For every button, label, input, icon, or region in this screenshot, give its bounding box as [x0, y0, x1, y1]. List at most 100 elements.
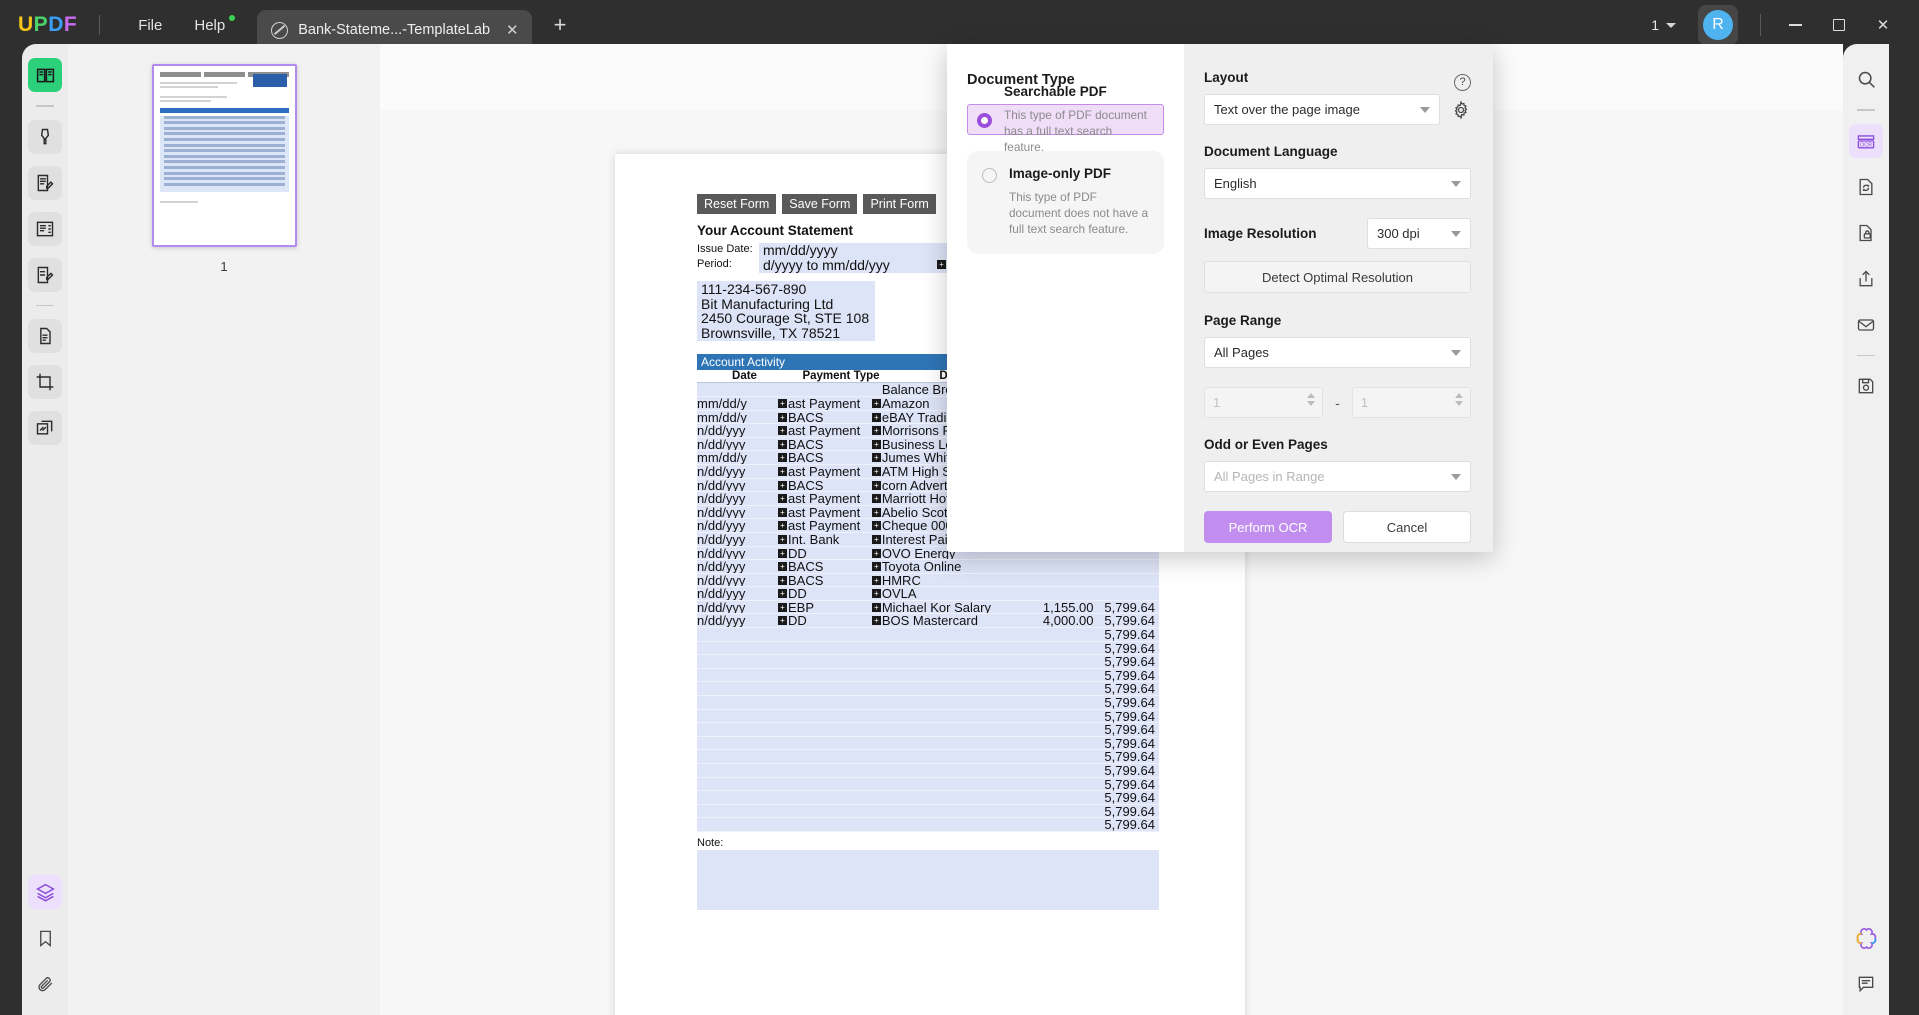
ai-assistant-icon	[1856, 927, 1876, 949]
ocr-icon: OCR	[1857, 134, 1875, 148]
document-language-select[interactable]: English	[1204, 168, 1471, 199]
page-range-select[interactable]: All Pages	[1204, 337, 1471, 368]
sidebar-item-convert-pdf[interactable]	[1849, 170, 1883, 204]
table-row[interactable]: n/dd/yyy + DD + BOS Mastercard 4,000.00 5,799.…	[697, 613, 1159, 629]
minimize-button[interactable]	[1773, 7, 1817, 43]
radio-searchable-pdf[interactable]	[977, 113, 992, 128]
table-row[interactable]: 5,799.64	[697, 642, 1159, 656]
option-searchable-pdf[interactable]: Searchable PDF This type of PDF document…	[967, 84, 1164, 154]
stepper-arrows[interactable]	[1455, 393, 1464, 406]
sidebar-item-search[interactable]	[1849, 62, 1883, 96]
sidebar-item-protect-pdf[interactable]	[1849, 216, 1883, 250]
range-from-input[interactable]: 1	[1204, 387, 1324, 418]
sidebar-item-feedback[interactable]	[1849, 967, 1883, 1001]
sidebar-item-ocr[interactable]: OCR	[1849, 123, 1883, 158]
sidebar-item-batch-process[interactable]	[28, 411, 62, 445]
field-indicator-icon: +	[777, 575, 787, 585]
field-indicator-icon: +	[777, 562, 787, 572]
table-row[interactable]: 5,799.64	[697, 737, 1159, 751]
cell-payment-type	[788, 628, 882, 641]
document-tab-title: Bank-Stateme...-TemplateLab	[298, 22, 491, 38]
cancel-button[interactable]: Cancel	[1343, 511, 1471, 543]
table-row[interactable]: 5,799.64	[697, 655, 1159, 669]
new-tab-button[interactable]: +	[554, 12, 567, 38]
period-field[interactable]: d/yyyy to mm/dd/yyy +	[759, 258, 947, 273]
table-row[interactable]: 5,799.64	[697, 764, 1159, 778]
cell-detail	[882, 737, 1026, 750]
sidebar-item-comment-edit[interactable]	[28, 257, 62, 292]
cell-date: n/dd/yyy +	[697, 587, 788, 600]
table-row[interactable]: 5,799.64	[697, 723, 1159, 737]
table-row[interactable]: n/dd/yyy + DD + OVLA	[697, 587, 1159, 601]
table-row[interactable]: 5,799.64	[697, 805, 1159, 819]
sidebar-item-reader-view[interactable]	[28, 58, 62, 92]
table-row[interactable]: 5,799.64	[697, 750, 1159, 764]
menu-file[interactable]: File	[122, 11, 178, 40]
cell-amount: 4,000.00	[1042, 613, 1094, 629]
radio-image-only-pdf[interactable]	[982, 168, 997, 183]
cell-payment-type	[788, 737, 882, 750]
page-selector[interactable]: 1	[1639, 17, 1688, 33]
cell-balance: 5,799.64	[1104, 803, 1155, 819]
titlebar-divider	[99, 15, 101, 35]
sidebar-item-highlighter[interactable]	[28, 119, 62, 154]
address-line-2: 2450 Courage St, STE 108	[701, 310, 870, 327]
sidebar-item-email[interactable]	[1849, 308, 1883, 342]
cell-amount	[1026, 628, 1098, 641]
sidebar-item-form-fields[interactable]	[28, 211, 62, 246]
field-indicator-icon: +	[777, 507, 787, 517]
cell-date: n/dd/yyy +	[697, 506, 788, 518]
field-indicator-icon: +	[871, 521, 881, 531]
table-row[interactable]: 5,799.64	[697, 628, 1159, 642]
help-icon[interactable]: ?	[1454, 73, 1471, 91]
table-row[interactable]: 5,799.64	[697, 669, 1159, 683]
close-tab-icon[interactable]: ✕	[506, 21, 519, 39]
detect-optimal-resolution-button[interactable]: Detect Optimal Resolution	[1204, 261, 1471, 293]
image-resolution-select[interactable]: 300 dpi	[1367, 218, 1471, 249]
layout-select[interactable]: Text over the page image	[1204, 94, 1440, 125]
sidebar-item-organize-pages[interactable]	[28, 319, 62, 353]
table-row[interactable]: 5,799.64	[697, 710, 1159, 724]
table-row[interactable]: 5,799.64	[697, 818, 1159, 832]
perform-ocr-button[interactable]: Perform OCR	[1204, 511, 1332, 543]
table-row[interactable]: 5,799.64	[697, 778, 1159, 792]
cell-payment-type: ast Payment +	[788, 465, 882, 478]
account-address-block[interactable]: 111-234-567-890 Bit Manufacturing Ltd 24…	[697, 281, 875, 342]
field-indicator-icon: +	[871, 589, 881, 599]
page-thumbnail-1[interactable]	[151, 64, 297, 247]
cell-amount	[1026, 791, 1098, 804]
account-button[interactable]: R	[1698, 5, 1738, 45]
cell-amount	[1026, 723, 1098, 736]
sidebar-item-edit-text[interactable]	[28, 165, 62, 200]
sidebar-item-bookmark[interactable]	[28, 921, 62, 955]
print-form-button[interactable]: Print Form	[863, 194, 936, 214]
table-row[interactable]: n/dd/yyy + BACS + Toyota Online	[697, 560, 1159, 574]
range-to-input[interactable]: 1	[1351, 387, 1472, 418]
attachment-icon	[37, 976, 52, 991]
table-row[interactable]: 5,799.64	[697, 696, 1159, 710]
odd-or-even-pages-select[interactable]: All Pages in Range	[1204, 461, 1471, 492]
sidebar-item-attachment[interactable]	[28, 967, 62, 1001]
note-field[interactable]	[697, 849, 1159, 910]
table-row[interactable]: n/dd/yyy + EBP + Michael Kor Salary 1,155.00 5…	[697, 601, 1159, 615]
field-indicator-icon: +	[871, 412, 881, 422]
table-row[interactable]: 5,799.64	[697, 682, 1159, 697]
sidebar-item-ai-assistant[interactable]	[1849, 921, 1883, 955]
save-form-button[interactable]: Save Form	[782, 194, 858, 214]
issue-date-field[interactable]: mm/dd/yyyy	[759, 243, 947, 258]
sidebar-item-save[interactable]	[1849, 369, 1883, 403]
sidebar-item-layers[interactable]	[28, 875, 62, 909]
menu-help[interactable]: Help	[178, 11, 241, 40]
stepper-arrows[interactable]	[1307, 393, 1316, 406]
option-image-only-pdf[interactable]: Image-only PDF This type of PDF document…	[967, 151, 1164, 254]
gear-icon[interactable]	[1451, 99, 1471, 120]
table-row[interactable]: n/dd/yyy + BACS + HMRC	[697, 573, 1159, 588]
maximize-button[interactable]	[1817, 7, 1861, 43]
table-row[interactable]: 5,799.64	[697, 791, 1159, 805]
field-indicator-icon: +	[777, 602, 787, 612]
sidebar-item-crop-page[interactable]	[28, 365, 62, 399]
reset-form-button[interactable]: Reset Form	[697, 194, 777, 214]
searchable-pdf-title: Searchable PDF	[1004, 84, 1107, 99]
close-window-button[interactable]: ✕	[1861, 7, 1905, 43]
sidebar-item-share[interactable]	[1849, 262, 1883, 296]
